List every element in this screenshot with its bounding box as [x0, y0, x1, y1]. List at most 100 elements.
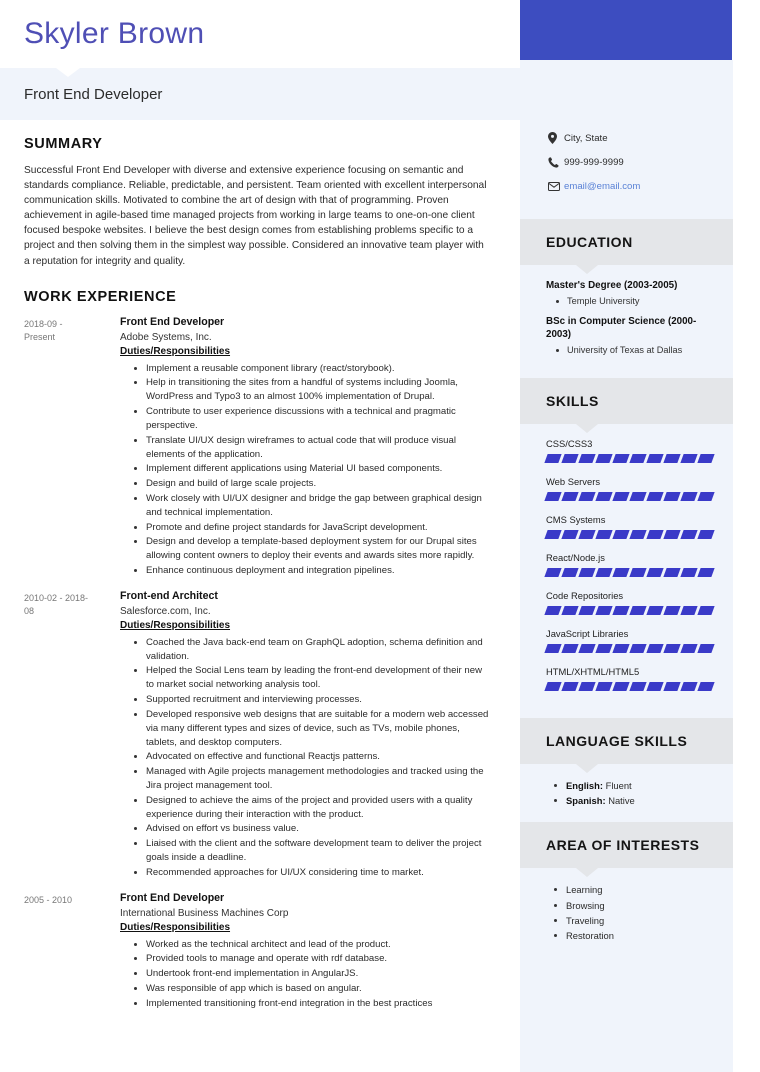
- duties-list: Worked as the technical architect and le…: [120, 938, 490, 1011]
- language-skills-notch: [576, 763, 598, 773]
- job-title-bar: Front End Developer: [0, 68, 520, 120]
- skill-level-bar: [544, 605, 717, 615]
- skill-segment: [544, 681, 562, 691]
- language-name: Spanish:: [566, 795, 606, 807]
- skill-level-bar: [544, 491, 717, 501]
- duties-label: Duties/Responsibilities: [120, 619, 231, 631]
- skill-segment: [595, 567, 613, 577]
- job-dates: 2018-09 - Present: [24, 318, 63, 342]
- skill-segment: [629, 453, 647, 463]
- contact-block: City, State 999-999-9999 email@email.com: [520, 60, 733, 219]
- job-entry: 2010-02 - 2018-08 Front-end Architect Sale…: [24, 590, 490, 881]
- duty-item: Recommended approaches for UI/UX conside…: [134, 866, 490, 880]
- skill-entry: React/Node.js: [544, 552, 717, 577]
- education-header: EDUCATION: [520, 219, 733, 274]
- skill-segment: [595, 491, 613, 501]
- education-list: Master's Degree (2003-2005) Temple Univer…: [546, 279, 717, 357]
- skill-segment: [629, 491, 647, 501]
- job-details: Front-end Architect Salesforce.com, Inc. D…: [96, 590, 490, 881]
- skill-name: JavaScript Libraries: [546, 627, 629, 639]
- interests-header: AREA OF INTERESTS: [520, 822, 733, 878]
- duty-item: Design and build of large scale projects…: [134, 477, 490, 491]
- language-name: English:: [566, 779, 603, 791]
- job-role: Front End Developer: [120, 891, 225, 904]
- header-notch: [56, 68, 80, 77]
- interests-notch: [576, 868, 598, 878]
- sidebar: City, State 999-999-9999 email@email.com…: [520, 60, 733, 1072]
- skill-segment: [578, 567, 596, 577]
- skill-name: CSS/CSS3: [546, 437, 593, 449]
- interests-heading: AREA OF INTERESTS: [546, 837, 700, 854]
- skill-name: HTML/XHTML/HTML5: [546, 665, 640, 677]
- duty-item: Implemented transitioning front-end inte…: [134, 997, 490, 1011]
- skill-segment: [646, 491, 664, 501]
- education-heading: EDUCATION: [546, 234, 633, 250]
- duty-item: Translate UI/UX design wireframes to act…: [134, 434, 490, 462]
- interests-body: Learning Browsing Traveling Restoration: [520, 868, 733, 957]
- duty-item: Implement different applications using M…: [134, 462, 490, 476]
- duty-item: Undertook front-end implementation in An…: [134, 967, 490, 981]
- duty-item: Supported recruitment and interviewing p…: [134, 693, 490, 707]
- work-experience-heading: WORK EXPERIENCE: [24, 288, 177, 305]
- contact-location: City, State: [548, 132, 733, 144]
- skill-level-bar: [544, 453, 717, 463]
- education-entry: Master's Degree (2003-2005) Temple Univer…: [546, 279, 717, 308]
- job-details: Front End Developer Adobe Systems, Inc. Du…: [96, 316, 490, 579]
- contact-email[interactable]: email@email.com: [548, 181, 733, 192]
- resume-header: Skyler Brown: [0, 0, 760, 68]
- duty-item: Advocated on effective and functional Re…: [134, 750, 490, 764]
- skill-segment: [680, 681, 698, 691]
- duty-item: Designed to achieve the aims of the proj…: [134, 794, 490, 822]
- duty-item: Worked as the technical architect and le…: [134, 938, 490, 952]
- interests-list: Learning Browsing Traveling Restoration: [546, 882, 717, 943]
- skill-segment: [629, 529, 647, 539]
- skill-segment: [629, 605, 647, 615]
- skill-entry: Web Servers: [544, 476, 717, 501]
- duty-item: Provided tools to manage and operate wit…: [134, 952, 490, 966]
- interest-item: Traveling: [554, 913, 717, 928]
- skill-segment: [663, 681, 681, 691]
- skill-segment: [578, 453, 596, 463]
- candidate-job-title: Front End Developer: [24, 85, 163, 103]
- skill-level-bar: [544, 567, 717, 577]
- duty-item: Coached the Java back-end team on GraphQ…: [134, 636, 490, 664]
- job-dates: 2010-02 - 2018-08: [24, 592, 89, 616]
- skill-segment: [544, 453, 562, 463]
- education-school-list: University of Texas at Dallas: [546, 344, 717, 357]
- job-company: International Business Machines Corp: [120, 907, 289, 919]
- skill-segment: [544, 491, 562, 501]
- skill-segment: [544, 529, 562, 539]
- skill-segment: [646, 529, 664, 539]
- education-school: Temple University: [556, 295, 717, 308]
- skill-segment: [561, 491, 579, 501]
- skill-segment: [595, 605, 613, 615]
- contact-email-value[interactable]: email@email.com: [564, 181, 640, 192]
- duty-item: Contribute to user experience discussion…: [134, 405, 490, 433]
- skill-entry: Code Repositories: [544, 590, 717, 615]
- duty-item: Advised on effort vs business value.: [134, 822, 490, 836]
- skill-segment: [544, 567, 562, 577]
- skill-segment: [629, 681, 647, 691]
- skill-segment: [697, 529, 715, 539]
- skill-segment: [612, 567, 630, 577]
- language-item: English: Fluent: [554, 778, 717, 793]
- contact-location-value: City, State: [564, 132, 608, 144]
- interest-item: Restoration: [554, 928, 717, 943]
- skill-segment: [697, 643, 715, 653]
- phone-icon: [548, 157, 564, 168]
- summary-heading: SUMMARY: [24, 136, 103, 152]
- skill-segment: [612, 605, 630, 615]
- skills-heading: SKILLS: [546, 392, 599, 409]
- skill-segment: [612, 529, 630, 539]
- duty-item: Was responsible of app which is based on…: [134, 982, 490, 996]
- skill-level-bar: [544, 681, 717, 691]
- envelope-icon: [548, 182, 564, 191]
- skill-segment: [612, 643, 630, 653]
- skill-entry: JavaScript Libraries: [544, 627, 717, 653]
- education-school: University of Texas at Dallas: [556, 344, 717, 357]
- education-degree: BSc in Computer Science (2000-2003): [546, 315, 697, 341]
- skill-segment: [680, 529, 698, 539]
- skill-entry: CSS/CSS3: [544, 437, 717, 463]
- job-entry: 2018-09 - Present Front End Developer Adob…: [24, 316, 490, 579]
- interest-item: Learning: [554, 882, 717, 897]
